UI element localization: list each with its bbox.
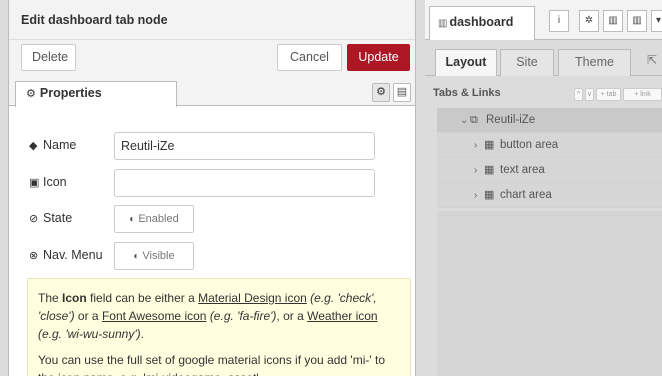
tree-background <box>437 211 662 376</box>
table-icon: ▦ <box>484 164 495 176</box>
tree-tab-label: Reutil-iZe <box>486 114 536 126</box>
add-tab-button[interactable]: + tab <box>596 88 621 101</box>
tip-text: field can be either a <box>86 291 199 305</box>
name-input[interactable] <box>114 132 375 160</box>
tab-properties[interactable]: ⚙ Properties <box>15 81 177 107</box>
state-label-text: State <box>43 211 73 225</box>
tabs-links-heading: Tabs & Links <box>433 87 501 99</box>
sidebar-tab-bar: ▥ dashboard i ✲ ▥ ▥ ▾ <box>425 0 662 40</box>
tip-example: (e.g. 'fa-fire') <box>209 309 277 323</box>
tree-group-label: button area <box>500 139 559 151</box>
tree-group-node[interactable]: › ▦ button area <box>437 133 662 158</box>
chart-icon[interactable]: ▥ <box>603 10 623 32</box>
state-label: ⊘ State <box>29 211 119 225</box>
info-icon[interactable]: i <box>549 10 569 32</box>
tag-icon: ◆ <box>29 140 38 152</box>
button-bar: Delete Cancel Update <box>9 40 415 80</box>
table-icon: ▦ <box>484 189 495 201</box>
tip-example: (e.g. 'wi-wu-sunny') <box>38 327 141 341</box>
cancel-button[interactable]: Cancel <box>277 44 342 71</box>
icon-input[interactable] <box>114 169 375 197</box>
tab-theme[interactable]: Theme <box>558 49 631 76</box>
toggle-icon: ◐ <box>129 214 136 225</box>
table-icon: ▦ <box>484 139 495 151</box>
name-label: ◆ Name <box>29 138 119 152</box>
material-design-link[interactable]: Material Design icon <box>198 291 307 305</box>
nav-menu-toggle-text: Visible <box>142 250 175 262</box>
tip-text: or a <box>74 309 102 323</box>
layout-tree: ⌄ ⧉ Reutil-iZe › ▦ button area › ▦ text area ›… <box>437 108 662 208</box>
description-icon-button[interactable]: ▤ <box>393 83 411 102</box>
eye-slash-icon: ⊗ <box>29 250 39 262</box>
font-awesome-link[interactable]: Font Awesome icon <box>102 309 207 323</box>
tab-layout[interactable]: Layout <box>435 49 497 76</box>
tree-group-label: chart area <box>500 189 552 201</box>
tip-text: The <box>38 291 63 305</box>
name-label-text: Name <box>43 138 77 152</box>
tab-properties-label: Properties <box>39 86 102 100</box>
gear-icon: ⚙ <box>376 86 386 98</box>
dashboard-sidebar: ▥ dashboard i ✲ ▥ ▥ ▾ Layout Site Theme ⇱… <box>425 0 662 376</box>
tree-group-label: text area <box>500 164 545 176</box>
move-down-button[interactable]: v <box>585 88 594 101</box>
tip-text: . <box>140 327 144 341</box>
sub-tab-bar: Layout Site Theme ⇱ <box>425 49 662 76</box>
tab-dashboard-label: dashboard <box>449 15 514 29</box>
nav-menu-label: ⊗ Nav. Menu <box>29 248 119 262</box>
file-image-icon: ▣ <box>29 177 40 189</box>
tab-dashboard[interactable]: ▥ dashboard <box>429 6 535 40</box>
chevron-down-icon[interactable]: ⌄ <box>460 108 470 133</box>
tree-group-node[interactable]: › ▦ text area <box>437 158 662 183</box>
tab-icon: ⧉ <box>470 114 478 126</box>
tree-tab-node[interactable]: ⌄ ⧉ Reutil-iZe <box>437 108 662 133</box>
nav-menu-toggle[interactable]: ◐ Visible <box>114 242 194 270</box>
tab-site[interactable]: Site <box>500 49 554 76</box>
update-button[interactable]: Update <box>347 44 410 71</box>
tip-text: , or a <box>276 309 308 323</box>
tip-icon-word: Icon <box>62 291 87 305</box>
icon-label: ▣ Icon <box>29 175 119 189</box>
tab-row: ⚙ Properties ⚙ ▤ <box>9 79 415 107</box>
chevron-right-icon[interactable]: › <box>474 158 484 183</box>
add-link-button[interactable]: + link <box>623 88 662 101</box>
tree-group-node[interactable]: › ▦ chart area <box>437 183 662 208</box>
move-up-button[interactable]: ^ <box>574 88 583 101</box>
delete-button[interactable]: Delete <box>21 44 76 71</box>
panel-title: Edit dashboard tab node <box>9 0 415 40</box>
bar-chart-icon: ▥ <box>438 18 448 29</box>
settings-icon-button[interactable]: ⚙ <box>372 83 390 102</box>
tip-paragraph-2: You can use the full set of google mater… <box>38 353 386 376</box>
state-toggle[interactable]: ◐ Enabled <box>114 205 194 233</box>
ban-icon: ⊘ <box>29 213 39 225</box>
tip-paragraph-1: The Icon field can be either a Material … <box>38 289 400 343</box>
gear-icon: ⚙ <box>26 88 36 100</box>
chevron-down-icon[interactable]: ▾ <box>651 10 662 32</box>
debug-icon[interactable]: ✲ <box>579 10 599 32</box>
toggle-icon: ◐ <box>133 251 140 262</box>
chevron-right-icon[interactable]: › <box>474 183 484 208</box>
chevron-right-icon[interactable]: › <box>474 133 484 158</box>
external-link-icon[interactable]: ⇱ <box>647 53 657 67</box>
nav-menu-label-text: Nav. Menu <box>43 248 103 262</box>
edit-node-panel: Edit dashboard tab node Delete Cancel Up… <box>8 0 416 376</box>
help-tip: The Icon field can be either a Material … <box>27 278 411 376</box>
chart-icon[interactable]: ▥ <box>627 10 647 32</box>
weather-icon-link[interactable]: Weather icon <box>307 309 377 323</box>
state-toggle-text: Enabled <box>138 213 179 225</box>
file-text-icon: ▤ <box>396 86 408 98</box>
icon-label-text: Icon <box>43 175 67 189</box>
